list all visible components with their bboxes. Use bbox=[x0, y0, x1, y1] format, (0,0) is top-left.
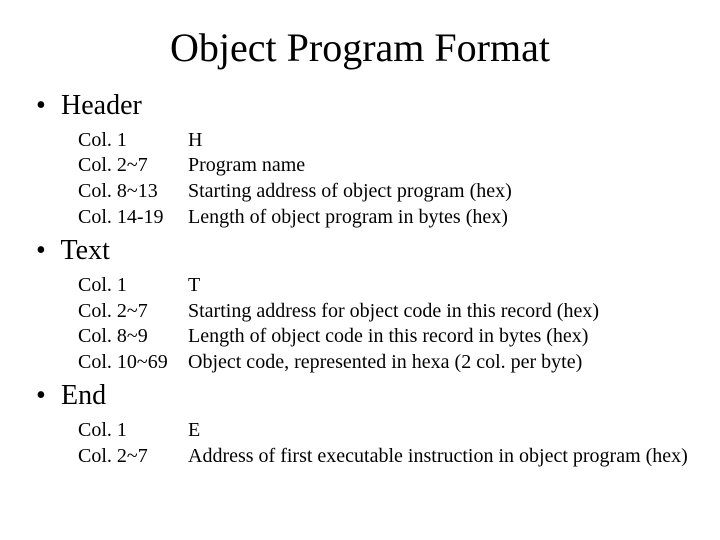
table-row: Col. 2~7 Starting address for object cod… bbox=[78, 299, 696, 325]
col-desc: T bbox=[188, 273, 696, 299]
col-desc: H bbox=[188, 128, 696, 154]
section-rows: Col. 1 H Col. 2~7 Program name Col. 8~13… bbox=[78, 128, 696, 230]
section-label: End bbox=[61, 380, 106, 411]
col-desc: E bbox=[188, 418, 696, 444]
col-range: Col. 2~7 bbox=[78, 444, 188, 470]
slide-title: Object Program Format bbox=[24, 24, 696, 71]
table-row: Col. 2~7 Program name bbox=[78, 153, 696, 179]
col-desc: Starting address of object program (hex) bbox=[188, 179, 696, 205]
section-bullet: • Header bbox=[36, 91, 696, 122]
col-desc: Length of object code in this record in … bbox=[188, 324, 696, 350]
table-row: Col. 8~13 Starting address of object pro… bbox=[78, 179, 696, 205]
col-range: Col. 8~9 bbox=[78, 324, 188, 350]
section-label: Header bbox=[61, 90, 142, 121]
section-end: • End Col. 1 E Col. 2~7 Address of first… bbox=[24, 381, 696, 469]
col-range: Col. 2~7 bbox=[78, 153, 188, 179]
bullet-icon: • bbox=[36, 381, 54, 412]
col-desc: Object code, represented in hexa (2 col.… bbox=[188, 350, 696, 376]
table-row: Col. 2~7 Address of first executable ins… bbox=[78, 444, 696, 470]
section-bullet: • Text bbox=[36, 236, 696, 267]
table-row: Col. 8~9 Length of object code in this r… bbox=[78, 324, 696, 350]
section-label: Text bbox=[61, 235, 110, 266]
col-range: Col. 2~7 bbox=[78, 299, 188, 325]
col-range: Col. 14-19 bbox=[78, 205, 188, 231]
table-row: Col. 1 E bbox=[78, 418, 696, 444]
col-desc: Address of first executable instruction … bbox=[188, 444, 696, 470]
table-row: Col. 1 H bbox=[78, 128, 696, 154]
col-range: Col. 10~69 bbox=[78, 350, 188, 376]
col-desc: Length of object program in bytes (hex) bbox=[188, 205, 696, 231]
section-rows: Col. 1 T Col. 2~7 Starting address for o… bbox=[78, 273, 696, 375]
table-row: Col. 14-19 Length of object program in b… bbox=[78, 205, 696, 231]
section-text: • Text Col. 1 T Col. 2~7 Starting addres… bbox=[24, 236, 696, 375]
bullet-icon: • bbox=[36, 91, 54, 122]
table-row: Col. 1 T bbox=[78, 273, 696, 299]
col-range: Col. 8~13 bbox=[78, 179, 188, 205]
col-desc: Program name bbox=[188, 153, 696, 179]
bullet-icon: • bbox=[36, 236, 54, 267]
slide: Object Program Format • Header Col. 1 H … bbox=[0, 0, 720, 540]
col-range: Col. 1 bbox=[78, 128, 188, 154]
col-desc: Starting address for object code in this… bbox=[188, 299, 696, 325]
col-range: Col. 1 bbox=[78, 273, 188, 299]
section-bullet: • End bbox=[36, 381, 696, 412]
section-rows: Col. 1 E Col. 2~7 Address of first execu… bbox=[78, 418, 696, 469]
section-header: • Header Col. 1 H Col. 2~7 Program name … bbox=[24, 91, 696, 230]
col-range: Col. 1 bbox=[78, 418, 188, 444]
table-row: Col. 10~69 Object code, represented in h… bbox=[78, 350, 696, 376]
